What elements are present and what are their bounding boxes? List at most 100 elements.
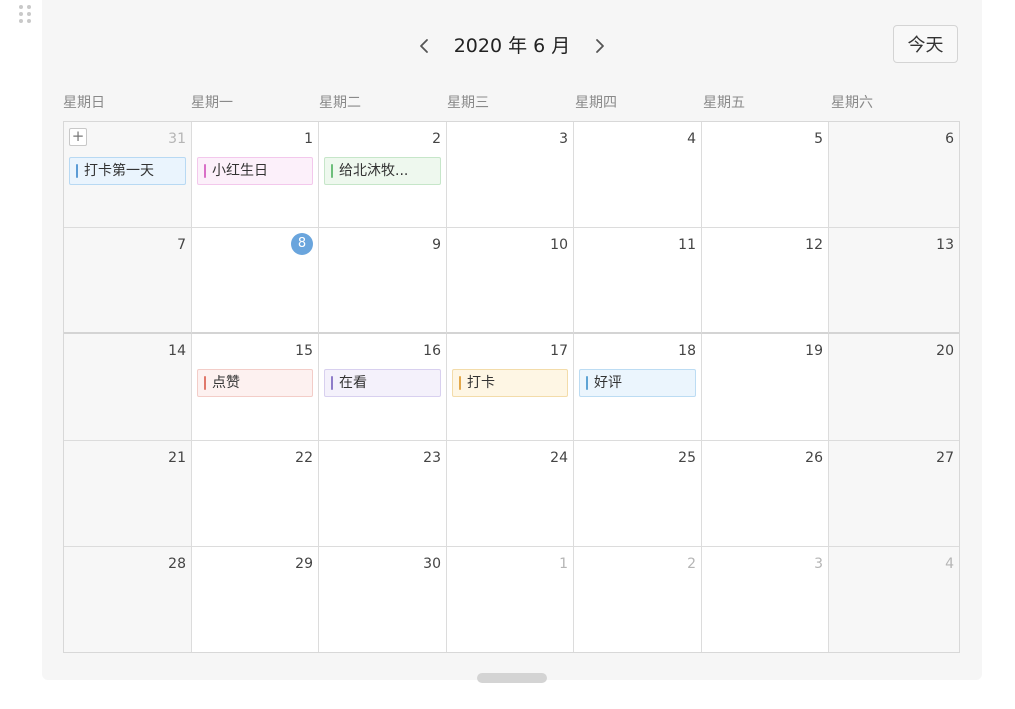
calendar-day-cell[interactable]: 11 <box>574 228 702 334</box>
calendar-day-cell[interactable]: 19 <box>702 334 829 441</box>
weekday-label: 星期三 <box>447 95 489 111</box>
weekday-label: 星期六 <box>831 95 873 111</box>
calendar-day-cell[interactable]: 17 打卡 <box>447 334 574 441</box>
day-number: 1 <box>304 131 313 147</box>
day-number: 11 <box>678 237 696 253</box>
day-number: 13 <box>936 237 954 253</box>
calendar-day-cell[interactable]: 13 <box>829 228 959 334</box>
chevron-left-icon <box>420 39 428 53</box>
calendar-day-cell[interactable]: 9 <box>319 228 447 334</box>
calendar-day-cell[interactable]: 24 <box>447 441 574 547</box>
day-number: 2 <box>432 131 441 147</box>
calendar-day-cell[interactable]: 23 <box>319 441 447 547</box>
calendar-day-cell[interactable]: 15 点赞 <box>192 334 319 441</box>
calendar-day-cell[interactable]: 20 <box>829 334 959 441</box>
calendar-day-cell[interactable]: 1 <box>447 547 574 652</box>
calendar-day-cell[interactable]: 8 <box>192 228 319 334</box>
event-color-bar <box>459 376 461 390</box>
event-title: 小红生日 <box>212 163 268 179</box>
day-number: 3 <box>814 556 823 572</box>
event-title: 好评 <box>594 375 622 391</box>
calendar-day-cell[interactable]: 30 <box>319 547 447 652</box>
calendar-day-cell[interactable]: 12 <box>702 228 829 334</box>
calendar-day-cell[interactable]: 21 <box>64 441 192 547</box>
event-chip[interactable]: 小红生日 <box>197 157 313 185</box>
event-color-bar <box>331 376 333 390</box>
day-number: 12 <box>805 237 823 253</box>
calendar-day-cell[interactable]: 22 <box>192 441 319 547</box>
today-day-number: 8 <box>291 233 313 255</box>
horizontal-scrollbar-thumb[interactable] <box>477 673 547 683</box>
event-color-bar <box>586 376 588 390</box>
day-number: 4 <box>687 131 696 147</box>
day-number: 28 <box>168 556 186 572</box>
weekday-label: 星期五 <box>703 95 745 111</box>
day-number: 3 <box>559 131 568 147</box>
day-number: 18 <box>678 343 696 359</box>
event-chip[interactable]: 打卡 <box>452 369 568 397</box>
weekday-label: 星期一 <box>191 95 233 111</box>
calendar-day-cell[interactable]: 1 小红生日 <box>192 122 319 228</box>
event-color-bar <box>204 164 206 178</box>
day-number: 6 <box>945 131 954 147</box>
calendar-day-cell[interactable]: 6 <box>829 122 959 228</box>
calendar-day-cell[interactable]: 2 <box>574 547 702 652</box>
month-title: 2020 年 6 月 <box>453 35 571 57</box>
event-chip[interactable]: 给北沐牧... <box>324 157 441 185</box>
event-chip[interactable]: 在看 <box>324 369 441 397</box>
calendar-day-cell[interactable]: 4 <box>829 547 959 652</box>
weekday-header-row: 星期日 星期一 星期二 星期三 星期四 星期五 星期六 <box>63 92 960 114</box>
day-number: 7 <box>177 237 186 253</box>
calendar-day-cell[interactable]: 3 <box>447 122 574 228</box>
month-grid: 31 + 打卡第一天 1 小红生日 2 给北沐牧... 3 4 5 6 7 8 9 10 11 12 13 14 15… <box>63 121 960 653</box>
calendar-day-cell[interactable]: 7 <box>64 228 192 334</box>
calendar-day-cell[interactable]: 31 + 打卡第一天 <box>64 122 192 228</box>
calendar-day-cell[interactable]: 26 <box>702 441 829 547</box>
day-number: 9 <box>432 237 441 253</box>
next-month-button[interactable] <box>588 32 612 60</box>
day-number: 29 <box>295 556 313 572</box>
calendar-day-cell[interactable]: 14 <box>64 334 192 441</box>
add-event-button[interactable]: + <box>69 128 87 146</box>
calendar-day-cell[interactable]: 10 <box>447 228 574 334</box>
event-title: 打卡 <box>467 375 495 391</box>
day-number: 1 <box>559 556 568 572</box>
day-number: 20 <box>936 343 954 359</box>
day-number: 25 <box>678 450 696 466</box>
calendar-day-cell[interactable]: 5 <box>702 122 829 228</box>
event-title: 点赞 <box>212 375 240 391</box>
calendar-day-cell[interactable]: 2 给北沐牧... <box>319 122 447 228</box>
calendar-day-cell[interactable]: 3 <box>702 547 829 652</box>
calendar-day-cell[interactable]: 29 <box>192 547 319 652</box>
day-number: 4 <box>945 556 954 572</box>
day-number: 24 <box>550 450 568 466</box>
prev-month-button[interactable] <box>412 32 436 60</box>
calendar-day-cell[interactable]: 4 <box>574 122 702 228</box>
drag-handle-icon[interactable] <box>19 5 33 23</box>
day-number: 17 <box>550 343 568 359</box>
event-title: 在看 <box>339 375 367 391</box>
day-number: 31 <box>168 131 186 147</box>
today-button[interactable]: 今天 <box>893 25 958 63</box>
day-number: 23 <box>423 450 441 466</box>
day-number: 14 <box>168 343 186 359</box>
day-number: 2 <box>687 556 696 572</box>
calendar-panel: 2020 年 6 月 今天 星期日 星期一 星期二 星期三 星期四 星期五 星期六 31 + 打… <box>42 0 982 680</box>
month-navigation: 2020 年 6 月 今天 <box>42 25 982 64</box>
calendar-day-cell[interactable]: 16 在看 <box>319 334 447 441</box>
event-title: 给北沐牧... <box>339 163 409 179</box>
weekday-label: 星期二 <box>319 95 361 111</box>
calendar-day-cell[interactable]: 25 <box>574 441 702 547</box>
day-number: 22 <box>295 450 313 466</box>
weekday-label: 星期四 <box>575 95 617 111</box>
event-chip[interactable]: 打卡第一天 <box>69 157 186 185</box>
day-number: 10 <box>550 237 568 253</box>
calendar-day-cell[interactable]: 18 好评 <box>574 334 702 441</box>
event-chip[interactable]: 好评 <box>579 369 696 397</box>
event-chip[interactable]: 点赞 <box>197 369 313 397</box>
chevron-right-icon <box>596 39 604 53</box>
calendar-day-cell[interactable]: 28 <box>64 547 192 652</box>
day-number: 5 <box>814 131 823 147</box>
event-color-bar <box>204 376 206 390</box>
calendar-day-cell[interactable]: 27 <box>829 441 959 547</box>
